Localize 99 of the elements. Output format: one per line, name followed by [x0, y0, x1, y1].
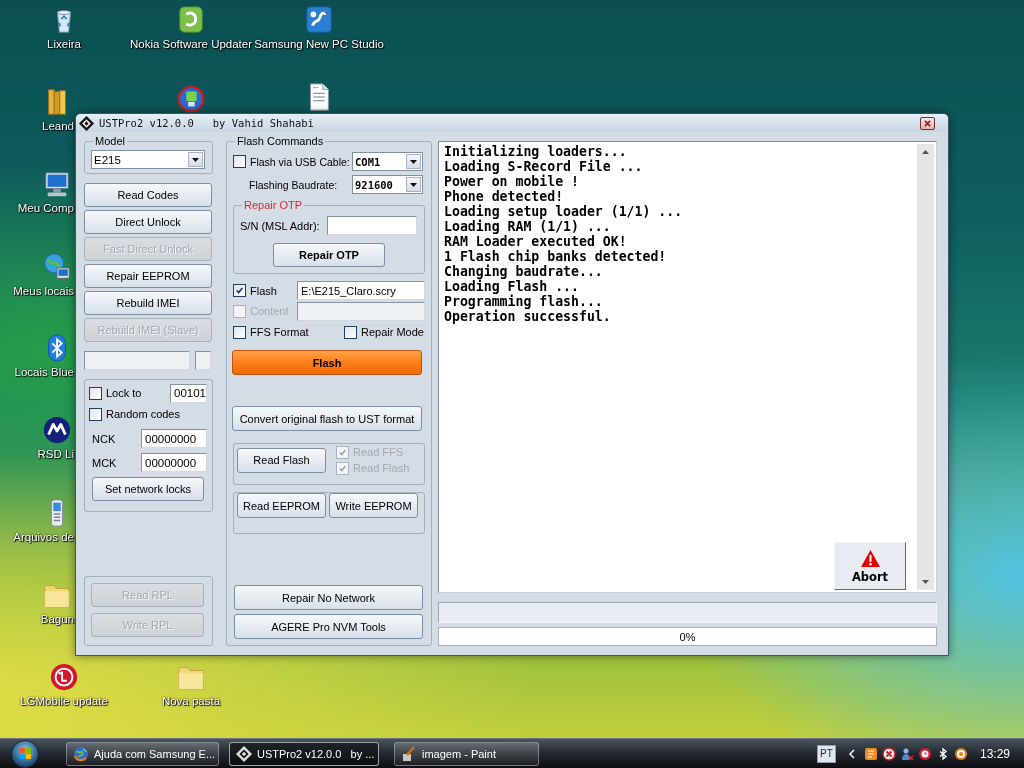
desktop-icon-label[interactable]: Locais Blue: [14, 366, 74, 379]
desktop-icon-label[interactable]: Lixeira: [47, 38, 81, 51]
clock-icon[interactable]: [917, 746, 932, 761]
flag-icon: [18, 747, 32, 760]
convert-flash-button[interactable]: Convert original flash to UST format: [232, 406, 422, 431]
read-flash-button[interactable]: Read Flash: [237, 447, 326, 473]
start-button[interactable]: [11, 739, 39, 768]
scroll-up-icon[interactable]: [922, 150, 929, 154]
field-label: NCK: [91, 432, 116, 445]
progress-text: 0%: [679, 630, 696, 643]
diamond-icon: [236, 745, 252, 762]
checkbox[interactable]: [233, 284, 246, 297]
desktop-icon-label[interactable]: Nokia Software Updater: [129, 38, 253, 51]
repair-otp-button[interactable]: Repair OTP: [273, 243, 385, 267]
log-line: Loading S-Record File ...: [444, 159, 643, 174]
clock-time[interactable]: 13:29: [979, 746, 1010, 761]
globe-icon: [73, 745, 89, 762]
app-tile-icon[interactable]: [304, 5, 334, 35]
scrollbar[interactable]: [917, 144, 934, 590]
nvm-tools-button[interactable]: AGERE Pro NVM Tools: [234, 614, 423, 639]
taskbar-button[interactable]: USTPro2 v12.0.0 by ...: [229, 741, 379, 766]
paint-brush-icon: [401, 745, 417, 762]
checkbox-label: FFS Format: [250, 326, 309, 338]
mck-field[interactable]: 00000000: [141, 453, 207, 472]
read-codes-button[interactable]: Read Codes: [84, 183, 212, 207]
direct-unlock-button[interactable]: Direct Unlock: [84, 210, 212, 234]
caret-down-icon: [192, 157, 199, 162]
checkbox[interactable]: [233, 155, 246, 168]
desktop-icon-label[interactable]: Leand: [42, 120, 74, 133]
caret-down-icon: [410, 182, 417, 187]
warning-icon: [859, 548, 881, 568]
abort-button[interactable]: Abort: [834, 542, 906, 590]
log-line: RAM Loader executed OK!: [444, 234, 627, 249]
close-icon: [923, 119, 932, 127]
diamond-icon: [79, 115, 94, 131]
content-file-field[interactable]: [297, 301, 425, 321]
lock-code-field[interactable]: 00101: [170, 383, 207, 403]
group-legend: Model: [93, 135, 127, 148]
nck-field[interactable]: 00000000: [141, 429, 207, 448]
text-field[interactable]: [195, 351, 211, 370]
log-line: Phone detected!: [444, 189, 564, 204]
log-line: Changing baudrate...: [444, 264, 603, 279]
ring-icon[interactable]: [953, 746, 968, 761]
desktop-icon-label[interactable]: RSD Li: [37, 448, 74, 461]
round-app-icon[interactable]: [176, 84, 206, 114]
emblem-icon[interactable]: [42, 415, 72, 445]
field-label: MCK: [91, 456, 117, 469]
user-icon[interactable]: [899, 746, 914, 761]
repair-eeprom-button[interactable]: Repair EEPROM: [84, 264, 212, 288]
checkbox[interactable]: [89, 386, 102, 400]
checkbox-label: Repair Mode: [361, 326, 424, 338]
window-title: USTPro2 v12.0.0 by Vahid Shahabi: [99, 117, 314, 129]
computer-icon[interactable]: [42, 169, 72, 199]
write-eeprom-button[interactable]: Write EEPROM: [329, 493, 418, 518]
checkbox-label: Lock to: [106, 387, 142, 399]
desktop-icon-label[interactable]: Meus locais: [13, 285, 74, 298]
group-legend: Flash Commands: [235, 135, 326, 148]
log-line: 1 Flash chip banks detected!: [444, 249, 667, 264]
serial-number-field[interactable]: [327, 216, 417, 235]
log-line: Power on mobile !: [444, 174, 579, 189]
read-eeprom-button[interactable]: Read EEPROM: [237, 493, 326, 518]
flash-file-field[interactable]: E:\E215_Claro.scry: [297, 281, 425, 300]
error-icon[interactable]: [881, 746, 896, 761]
checkbox[interactable]: [89, 407, 102, 421]
log-line: Loading setup loader (1/1) ...: [444, 204, 683, 219]
log-line: Loading Flash ...: [444, 279, 579, 294]
log-line: Operation successful.: [444, 309, 611, 324]
app-tile-icon[interactable]: [176, 5, 206, 35]
flash-button[interactable]: Flash: [232, 350, 422, 375]
globe-monitor-icon[interactable]: [42, 252, 72, 282]
scroll-down-icon[interactable]: [922, 580, 929, 584]
tile-icon[interactable]: [863, 746, 878, 761]
rebuild-imei-button[interactable]: Rebuild IMEI: [84, 291, 212, 315]
checkmark-icon: [235, 286, 244, 295]
log-line: Programming flash...: [444, 294, 603, 309]
checkbox-label: Flash via USB Cable:: [250, 155, 350, 168]
log-line: Initializing loaders...: [444, 144, 627, 159]
repair-no-network-button[interactable]: Repair No Network: [234, 585, 423, 610]
chevron-left-icon[interactable]: [848, 748, 855, 759]
caret-down-icon: [410, 159, 417, 164]
baudrate-select[interactable]: 921600: [352, 175, 423, 194]
set-network-locks-button[interactable]: Set network locks: [92, 477, 204, 501]
field-label: Flashing Baudrate:: [249, 178, 338, 191]
checkbox[interactable]: [344, 325, 357, 339]
field-label: S/N (MSL Addr):: [240, 219, 320, 232]
taskbar-button[interactable]: imagem - Paint: [394, 741, 539, 766]
desktop-icon-label[interactable]: Samsung New PC Studio: [254, 38, 384, 51]
text-field[interactable]: [84, 351, 190, 370]
desktop-icon-label[interactable]: Meu Comp: [17, 202, 74, 215]
checkbox-label: Random codes: [106, 408, 180, 420]
group-legend: Repair OTP: [242, 199, 305, 212]
close-button[interactable]: [920, 116, 935, 130]
checkbox[interactable]: [233, 325, 246, 339]
language-button[interactable]: PT: [816, 744, 836, 763]
log-line: Loading RAM (1/1) ...: [444, 219, 611, 234]
port-select[interactable]: COM1: [352, 152, 423, 171]
model-select[interactable]: E215: [91, 150, 205, 169]
taskbar-button[interactable]: Ajuda com Samsung E...: [66, 741, 219, 766]
checkbox-label: Flash: [250, 284, 277, 297]
